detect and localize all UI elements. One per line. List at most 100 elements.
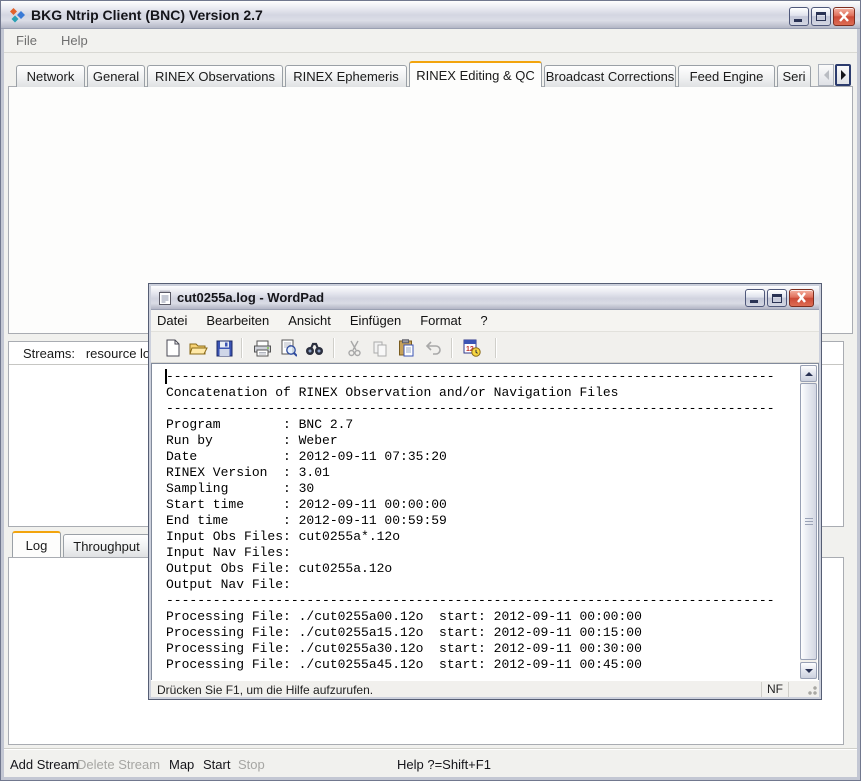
doc-line: Run by : Weber — [166, 433, 801, 449]
wordpad-close-button[interactable] — [789, 289, 814, 307]
tab-rinex-editing-qc[interactable]: RINEX Editing & QC — [409, 61, 542, 87]
delete-stream-button: Delete Stream — [77, 757, 160, 772]
doc-line: Program : BNC 2.7 — [166, 417, 801, 433]
print-icon[interactable] — [251, 337, 273, 359]
new-document-icon[interactable] — [161, 337, 183, 359]
toolbar-separator — [451, 338, 453, 358]
doc-line: Processing File: ./cut0255a30.12o start:… — [166, 641, 801, 657]
tab-rinex-observations[interactable]: RINEX Observations — [147, 65, 283, 87]
menu-datei[interactable]: Datei — [157, 313, 187, 328]
wordpad-document-icon — [157, 290, 173, 306]
insert-date-time-icon[interactable]: 12 — [461, 337, 483, 359]
print-preview-icon[interactable] — [277, 337, 299, 359]
start-button[interactable]: Start — [203, 757, 230, 772]
scrollbar-thumb[interactable] — [800, 383, 817, 660]
wordpad-maximize-button[interactable] — [767, 289, 787, 307]
tab-log[interactable]: Log — [12, 531, 61, 557]
wordpad-window: cut0255a.log - WordPad Datei Bearbeiten … — [148, 283, 822, 700]
chevron-down-icon — [805, 669, 813, 673]
doc-line: Processing File: ./cut0255a00.12o start:… — [166, 609, 801, 625]
doc-line: Start time : 2012-09-11 00:00:00 — [166, 497, 801, 513]
screen: BKG Ntrip Client (BNC) Version 2.7 File … — [0, 0, 861, 781]
menu-file[interactable]: File — [16, 33, 37, 48]
save-icon[interactable] — [213, 337, 235, 359]
tab-scroll-right-button[interactable] — [835, 64, 851, 86]
tab-scroll-left-button[interactable] — [818, 64, 834, 86]
menu-hilfe[interactable]: ? — [480, 313, 487, 328]
maximize-button[interactable] — [811, 7, 831, 26]
chevron-right-icon — [841, 70, 846, 80]
doc-line: Input Obs Files: cut0255a*.12o — [166, 529, 801, 545]
find-icon[interactable] — [303, 337, 325, 359]
wordpad-menubar: Datei Bearbeiten Ansicht Einfügen Format… — [151, 310, 819, 332]
wordpad-titlebar[interactable]: cut0255a.log - WordPad — [151, 286, 819, 310]
doc-line: ----------------------------------------… — [166, 593, 801, 609]
bnc-titlebar[interactable]: BKG Ntrip Client (BNC) Version 2.7 — [1, 1, 860, 29]
tab-general[interactable]: General — [87, 65, 145, 87]
wordpad-title: cut0255a.log - WordPad — [177, 290, 324, 305]
doc-line: Sampling : 30 — [166, 481, 801, 497]
cut-icon — [343, 337, 365, 359]
bnc-app-icon — [9, 7, 26, 24]
paste-icon[interactable] — [395, 337, 417, 359]
doc-line: Output Nav File: — [166, 577, 801, 593]
doc-line: End time : 2012-09-11 00:59:59 — [166, 513, 801, 529]
open-icon[interactable] — [187, 337, 209, 359]
wordpad-toolbar: 12 — [151, 332, 819, 363]
doc-line: Processing File: ./cut0255a15.12o start:… — [166, 625, 801, 641]
chevron-up-icon — [805, 372, 813, 376]
map-button[interactable]: Map — [169, 757, 194, 772]
close-icon — [790, 290, 813, 306]
footer-divider — [4, 748, 857, 750]
maximize-icon — [816, 12, 826, 21]
doc-line: ----------------------------------------… — [166, 401, 801, 417]
menu-ansicht[interactable]: Ansicht — [288, 313, 331, 328]
scroll-down-button[interactable] — [800, 662, 817, 679]
doc-line: ----------------------------------------… — [166, 369, 801, 385]
doc-line: Processing File: ./cut0255a45.12o start:… — [166, 657, 801, 673]
doc-line: Input Nav Files: — [166, 545, 801, 561]
doc-line: Output Obs File: cut0255a.12o — [166, 561, 801, 577]
doc-line: Date : 2012-09-11 07:35:20 — [166, 449, 801, 465]
add-stream-button[interactable]: Add Stream — [10, 757, 79, 772]
status-message: Drücken Sie F1, um die Hilfe aufzurufen. — [157, 683, 373, 697]
resize-grip-icon[interactable] — [805, 683, 817, 695]
toolbar-separator — [333, 338, 335, 358]
minimize-icon — [750, 300, 758, 303]
window-title: BKG Ntrip Client (BNC) Version 2.7 — [31, 7, 263, 23]
maximize-icon — [772, 294, 782, 303]
menu-einfuegen[interactable]: Einfügen — [350, 313, 401, 328]
tab-feed-engine[interactable]: Feed Engine — [678, 65, 775, 87]
copy-icon — [369, 337, 391, 359]
tab-serial[interactable]: Seri — [777, 65, 811, 87]
minimize-icon — [794, 19, 802, 22]
minimize-button[interactable] — [789, 7, 809, 26]
undo-icon — [421, 337, 443, 359]
menu-help[interactable]: Help — [61, 33, 88, 48]
tab-broadcast-corrections[interactable]: Broadcast Corrections — [544, 65, 676, 87]
tabbar: Network General RINEX Observations RINEX… — [16, 61, 811, 87]
help-button[interactable]: Help ?=Shift+F1 — [397, 757, 491, 772]
wordpad-statusbar: Drücken Sie F1, um die Hilfe aufzurufen.… — [151, 680, 819, 697]
close-icon — [834, 8, 854, 25]
close-button[interactable] — [833, 7, 855, 26]
menu-format[interactable]: Format — [420, 313, 461, 328]
stop-button: Stop — [238, 757, 265, 772]
toolbar-separator — [241, 338, 243, 358]
vertical-scrollbar[interactable] — [800, 365, 817, 679]
menu-bearbeiten[interactable]: Bearbeiten — [206, 313, 269, 328]
wordpad-document-area[interactable]: ----------------------------------------… — [151, 363, 819, 681]
document-text: ----------------------------------------… — [152, 364, 801, 680]
status-nf-indicator: NF — [761, 682, 789, 697]
tab-rinex-ephemeris[interactable]: RINEX Ephemeris — [285, 65, 407, 87]
text-cursor — [165, 369, 167, 384]
scrollbar-grip-icon — [805, 518, 813, 526]
tab-network[interactable]: Network — [16, 65, 85, 87]
doc-line: RINEX Version : 3.01 — [166, 465, 801, 481]
tab-throughput[interactable]: Throughput — [63, 534, 150, 557]
doc-line: Concatenation of RINEX Observation and/o… — [166, 385, 801, 401]
bnc-menubar: File Help — [4, 29, 857, 53]
scroll-up-button[interactable] — [800, 365, 817, 382]
wordpad-minimize-button[interactable] — [745, 289, 765, 307]
chevron-left-icon — [824, 70, 829, 80]
